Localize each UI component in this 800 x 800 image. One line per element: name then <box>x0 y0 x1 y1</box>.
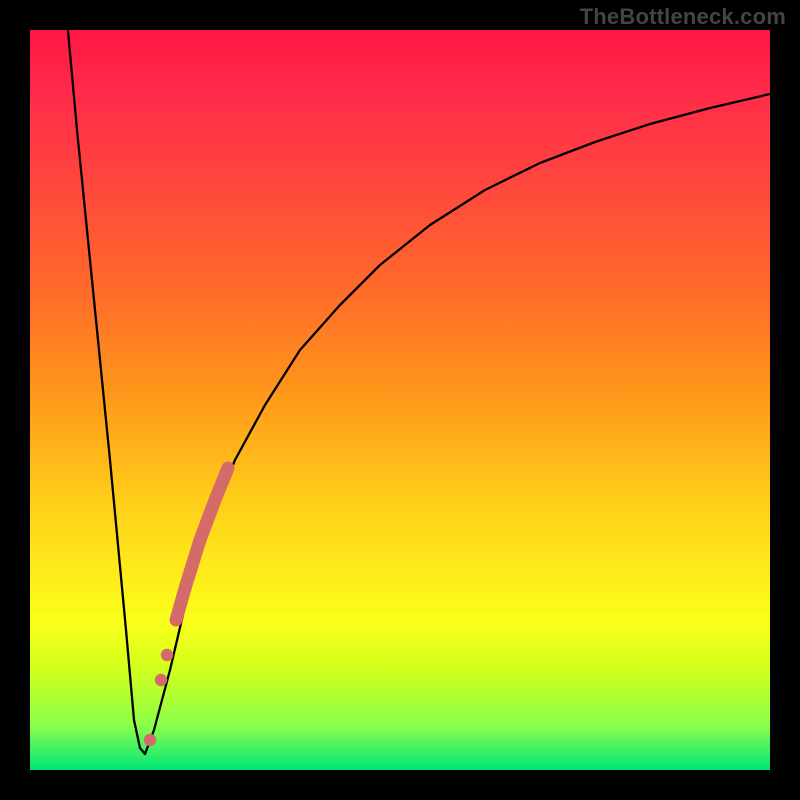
highlight-dot-a <box>155 674 167 686</box>
highlight-dot-c <box>144 734 156 746</box>
watermark-text: TheBottleneck.com <box>580 4 786 30</box>
highlight-segment-upper <box>176 468 228 620</box>
curve-layer <box>30 30 770 770</box>
plot-area <box>30 30 770 770</box>
highlight-dot-b <box>161 649 173 661</box>
chart-frame: TheBottleneck.com <box>0 0 800 800</box>
bottleneck-curve-path <box>67 30 770 754</box>
